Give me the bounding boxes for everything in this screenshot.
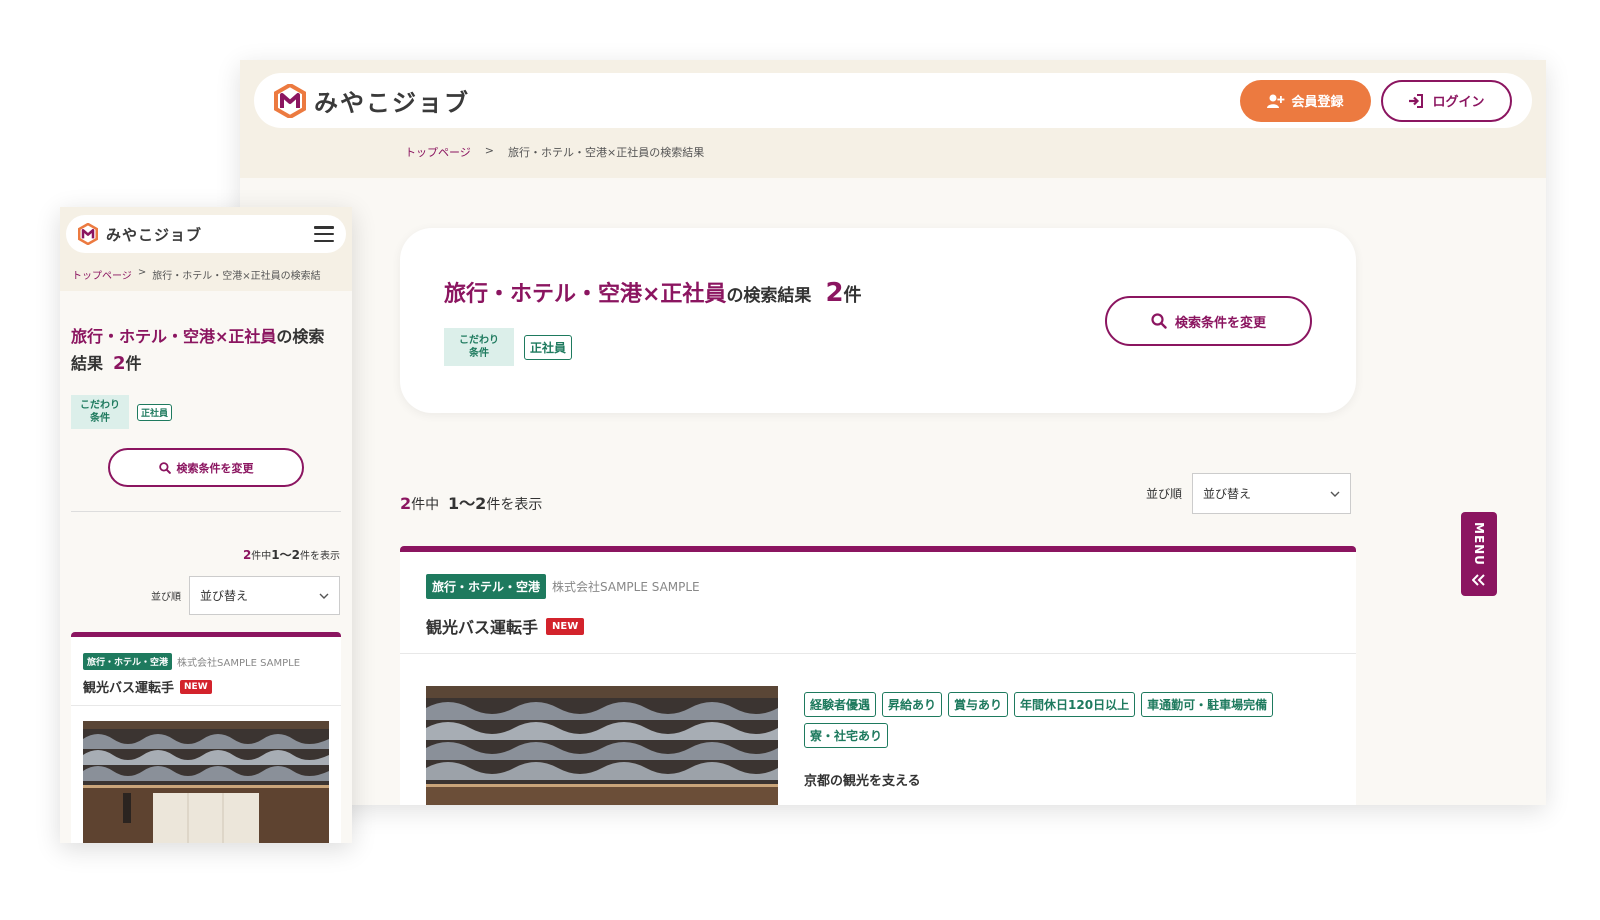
mobile-job-photo xyxy=(83,721,329,843)
search-result-summary: 旅行・ホテル・空港×正社員の検索結果 2件 こだわり 条件 正社員 検索条件を変更 xyxy=(400,228,1356,413)
new-badge: NEW xyxy=(546,617,585,635)
job-card[interactable]: 旅行・ホテル・空港 株式会社SAMPLE SAMPLE 観光バス運転手 NEW xyxy=(400,546,1356,805)
job-tag: 年間休日120日以上 xyxy=(1014,692,1136,717)
mobile-sort-control: 並び順 並び替え xyxy=(151,576,340,615)
job-meta: 旅行・ホテル・空港 株式会社SAMPLE SAMPLE xyxy=(426,574,700,599)
job-title-text: 観光バス運転手 xyxy=(426,618,539,637)
change-search-label: 検索条件を変更 xyxy=(1174,315,1266,331)
change-search-button[interactable]: 検索条件を変更 xyxy=(1105,296,1312,346)
mobile-new-badge: NEW xyxy=(180,679,212,694)
title-suffix: の検索結果 xyxy=(726,286,812,306)
mobile-sort-select-value: 並び替え xyxy=(200,589,249,603)
mobile-job-divider xyxy=(71,705,341,706)
breadcrumb-home-link[interactable]: トップページ xyxy=(405,144,471,160)
mobile-job-meta: 旅行・ホテル・空港 株式会社SAMPLE SAMPLE xyxy=(83,653,300,670)
mobile-change-search-label: 検索条件を変更 xyxy=(176,461,254,475)
mobile-breadcrumb-separator: > xyxy=(137,267,147,278)
login-label: ログイン xyxy=(1432,95,1485,110)
job-tag: 昇給あり xyxy=(882,692,943,717)
mobile-header: みやこジョブ xyxy=(66,215,346,253)
mobile-job-company: 株式会社SAMPLE SAMPLE xyxy=(177,658,301,669)
mobile-breadcrumb-home-link[interactable]: トップページ xyxy=(72,267,132,282)
mobile-job-title-text: 観光バス運転手 xyxy=(83,681,175,696)
result-count: 2 xyxy=(825,278,844,308)
chevrons-left-icon xyxy=(1472,574,1485,586)
result-unit: 件 xyxy=(843,285,862,306)
job-divider xyxy=(400,653,1356,654)
desktop-view: みやこジョブ 会員登録 ログイン トップページ > 旅行・ホテル・空港×正社員の… xyxy=(240,60,1546,805)
register-button[interactable]: 会員登録 xyxy=(1240,79,1371,122)
job-tag: 経験者優遇 xyxy=(804,692,877,717)
mobile-condition-row: こだわり 条件 正社員 xyxy=(71,395,173,429)
sort-control: 並び順 並び替え xyxy=(1146,473,1352,514)
chevron-down-icon xyxy=(1330,491,1340,497)
mobile-breadcrumb-current: 旅行・ホテル・空港×正社員の検索結 xyxy=(152,271,321,282)
condition-label: こだわり 条件 xyxy=(444,328,514,366)
job-tag: 寮・社宅あり xyxy=(804,723,889,748)
breadcrumb: トップページ > 旅行・ホテル・空港×正社員の検索結果 xyxy=(405,144,704,160)
mobile-condition-tag: 正社員 xyxy=(137,403,173,421)
sort-label: 並び順 xyxy=(1146,487,1183,501)
menu-label: MENU xyxy=(1472,522,1486,566)
logo-text: みやこジョブ xyxy=(314,89,470,117)
page-title: 旅行・ホテル・空港×正社員の検索結果 2件 xyxy=(444,276,862,308)
mobile-breadcrumb: トップページ > 旅行・ホテル・空港×正社員の検索結 xyxy=(72,267,321,282)
mobile-job-title[interactable]: 観光バス運転手 NEW xyxy=(83,677,212,696)
site-logo[interactable]: みやこジョブ xyxy=(274,83,470,118)
result-range: 2件中 1〜2件を表示 xyxy=(400,494,543,513)
login-button[interactable]: ログイン xyxy=(1381,79,1512,122)
mobile-result-range: 2件中1〜2件を表示 xyxy=(242,548,340,562)
search-icon xyxy=(158,461,171,474)
breadcrumb-separator: > xyxy=(484,144,494,157)
site-header: みやこジョブ 会員登録 ログイン xyxy=(254,73,1532,128)
search-query: 旅行・ホテル・空港×正社員 xyxy=(444,282,727,307)
hamburger-menu-icon[interactable] xyxy=(314,226,334,242)
menu-tab[interactable]: MENU xyxy=(1461,512,1497,596)
job-catch-copy: 京都の観光を支える xyxy=(804,774,921,789)
condition-tag: 正社員 xyxy=(524,334,573,360)
mobile-page-title: 旅行・ホテル・空港×正社員の検索 結果 2件 xyxy=(71,327,325,374)
job-tag: 車通勤可・駐車場完備 xyxy=(1141,692,1274,717)
breadcrumb-current: 旅行・ホテル・空港×正社員の検索結果 xyxy=(508,146,705,159)
logo-mark-icon xyxy=(274,83,306,118)
job-title[interactable]: 観光バス運転手 NEW xyxy=(426,614,585,638)
chevron-down-icon xyxy=(319,593,329,599)
mobile-view: みやこジョブ トップページ > 旅行・ホテル・空港×正社員の検索結 旅行・ホテル… xyxy=(60,207,352,843)
condition-row: こだわり 条件 正社員 xyxy=(444,328,573,366)
job-photo xyxy=(426,686,778,805)
mobile-job-category-badge: 旅行・ホテル・空港 xyxy=(83,653,173,670)
logo-mark-icon xyxy=(78,223,98,245)
sort-select-value: 並び替え xyxy=(1203,487,1252,501)
login-icon xyxy=(1409,93,1424,108)
roof-tiles-image xyxy=(83,721,329,843)
mobile-condition-label: こだわり 条件 xyxy=(71,395,129,429)
job-category-badge: 旅行・ホテル・空港 xyxy=(426,574,547,599)
mobile-sort-select[interactable]: 並び替え xyxy=(189,576,340,615)
user-plus-icon xyxy=(1267,94,1285,108)
job-tag: 賞与あり xyxy=(948,692,1009,717)
register-label: 会員登録 xyxy=(1291,95,1344,110)
mobile-result-count: 2 xyxy=(113,353,126,374)
mobile-job-card[interactable]: 旅行・ホテル・空港 株式会社SAMPLE SAMPLE 観光バス運転手 NEW xyxy=(71,632,341,843)
job-tags: 経験者優遇 昇給あり 賞与あり 年間休日120日以上 車通勤可・駐車場完備 寮・… xyxy=(804,692,1324,748)
roof-tiles-image xyxy=(426,686,778,805)
sort-select[interactable]: 並び替え xyxy=(1192,473,1352,514)
search-icon xyxy=(1151,313,1167,329)
mobile-divider xyxy=(71,511,341,512)
job-company: 株式会社SAMPLE SAMPLE xyxy=(552,580,700,594)
mobile-logo-text: みやこジョブ xyxy=(106,225,203,244)
mobile-sort-label: 並び順 xyxy=(151,592,181,603)
mobile-site-logo[interactable]: みやこジョブ xyxy=(78,223,202,245)
mobile-change-search-button[interactable]: 検索条件を変更 xyxy=(108,448,304,487)
